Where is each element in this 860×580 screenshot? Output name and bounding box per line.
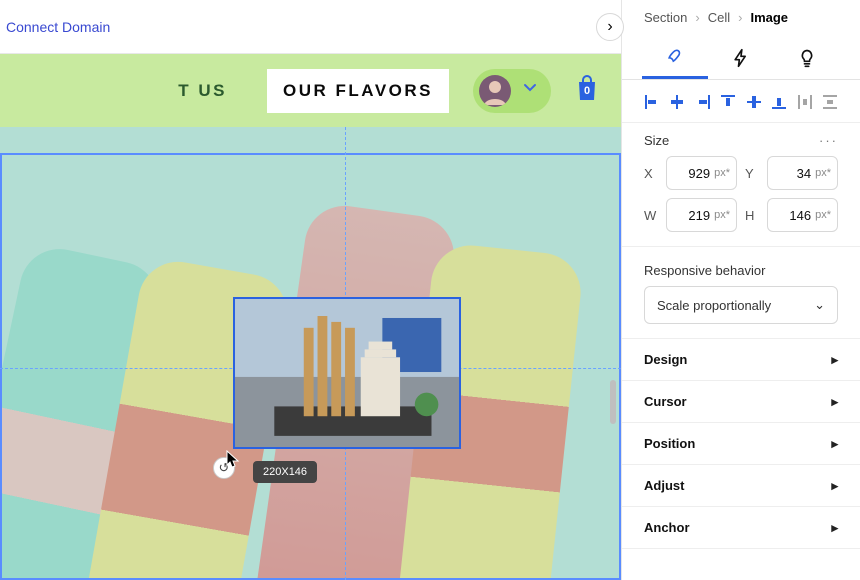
chevron-right-icon: ▸ (831, 436, 838, 452)
more-icon[interactable]: ··· (819, 133, 838, 148)
breadcrumb-section[interactable]: Section (644, 10, 687, 25)
avatar (479, 75, 511, 107)
chevron-right-icon: › (695, 10, 699, 25)
cart-badge: 0 (584, 85, 590, 97)
w-unit: px* (714, 209, 730, 221)
breadcrumb-image[interactable]: Image (750, 10, 788, 25)
size-section: Size ··· X 929 px* Y 34 px* W 219 px* H … (622, 123, 860, 247)
nav-item-our-flavors[interactable]: OUR FLAVORS (267, 69, 449, 113)
align-right-button[interactable] (691, 90, 715, 114)
collapse-panel-button[interactable]: › (596, 13, 624, 41)
canvas-stage[interactable]: ↺ 220X146 (0, 127, 621, 580)
accordion-cursor[interactable]: Cursor ▸ (622, 381, 860, 423)
h-input[interactable]: 146 px* (767, 198, 838, 232)
align-top-button[interactable] (717, 90, 741, 114)
accordion-anchor[interactable]: Anchor ▸ (622, 507, 860, 549)
dimensions-tooltip: 220X146 (253, 461, 317, 483)
w-value: 219 (688, 208, 710, 223)
responsive-select[interactable]: Scale proportionally ⌄ (644, 286, 838, 324)
accordion-position-label: Position (644, 436, 695, 451)
align-center-h-button[interactable] (666, 90, 690, 114)
bulb-icon (797, 48, 817, 68)
inspector-tabs (622, 37, 860, 80)
tab-design[interactable] (642, 37, 708, 79)
accordion-cursor-label: Cursor (644, 394, 687, 409)
chevron-right-icon: › (738, 10, 742, 25)
chevron-right-icon: ▸ (831, 520, 838, 536)
chevron-right-icon: ▸ (831, 352, 838, 368)
inspector-panel: Section › Cell › Image Size ··· X (622, 0, 860, 580)
editor-canvas: Connect Domain T US OUR FLAVORS 0 (0, 0, 622, 580)
align-center-v-button[interactable] (742, 90, 766, 114)
accordion-design-label: Design (644, 352, 687, 367)
canvas-topbar: Connect Domain (0, 0, 621, 54)
breadcrumb-cell[interactable]: Cell (708, 10, 730, 25)
y-label: Y (745, 166, 759, 181)
selected-image[interactable] (233, 297, 461, 449)
w-input[interactable]: 219 px* (666, 198, 737, 232)
h-unit: px* (815, 209, 831, 221)
chevron-down-icon: ⌄ (814, 297, 825, 313)
bolt-icon (731, 48, 751, 68)
canvas-scrollbar[interactable] (610, 380, 616, 424)
align-left-button[interactable] (640, 90, 664, 114)
responsive-section: Responsive behavior Scale proportionally… (622, 247, 860, 339)
align-bottom-button[interactable] (768, 90, 792, 114)
brush-icon (665, 47, 685, 67)
breadcrumb: Section › Cell › Image (622, 0, 860, 37)
responsive-value: Scale proportionally (657, 298, 771, 313)
accordion-position[interactable]: Position ▸ (622, 423, 860, 465)
size-header: Size (644, 133, 669, 148)
y-unit: px* (815, 167, 831, 179)
accordion-adjust[interactable]: Adjust ▸ (622, 465, 860, 507)
account-dropdown[interactable] (473, 69, 551, 113)
distribute-v-button[interactable] (819, 90, 843, 114)
chevron-right-icon: ▸ (831, 394, 838, 410)
accordion-anchor-label: Anchor (644, 520, 690, 535)
tab-actions[interactable] (708, 37, 774, 79)
tab-ideas[interactable] (774, 37, 840, 79)
distribute-h-button[interactable] (793, 90, 817, 114)
chevron-right-icon: › (607, 18, 612, 36)
h-label: H (745, 208, 759, 223)
site-header: T US OUR FLAVORS 0 (0, 54, 621, 127)
accordion-list: Design ▸ Cursor ▸ Position ▸ Adjust ▸ An… (622, 339, 860, 549)
cart-icon[interactable]: 0 (575, 74, 599, 107)
x-label: X (644, 166, 658, 181)
y-value: 34 (797, 166, 811, 181)
x-unit: px* (714, 167, 730, 179)
alignment-toolbar (622, 80, 860, 123)
chevron-right-icon: ▸ (831, 478, 838, 494)
h-value: 146 (789, 208, 811, 223)
nav-item-about-us[interactable]: T US (162, 69, 243, 113)
x-input[interactable]: 929 px* (666, 156, 737, 190)
cursor-pointer-icon (226, 450, 240, 470)
accordion-design[interactable]: Design ▸ (622, 339, 860, 381)
connect-domain-link[interactable]: Connect Domain (6, 19, 110, 35)
chevron-down-icon (523, 81, 537, 100)
y-input[interactable]: 34 px* (767, 156, 838, 190)
x-value: 929 (688, 166, 710, 181)
responsive-label: Responsive behavior (644, 263, 838, 278)
accordion-adjust-label: Adjust (644, 478, 684, 493)
w-label: W (644, 208, 658, 223)
